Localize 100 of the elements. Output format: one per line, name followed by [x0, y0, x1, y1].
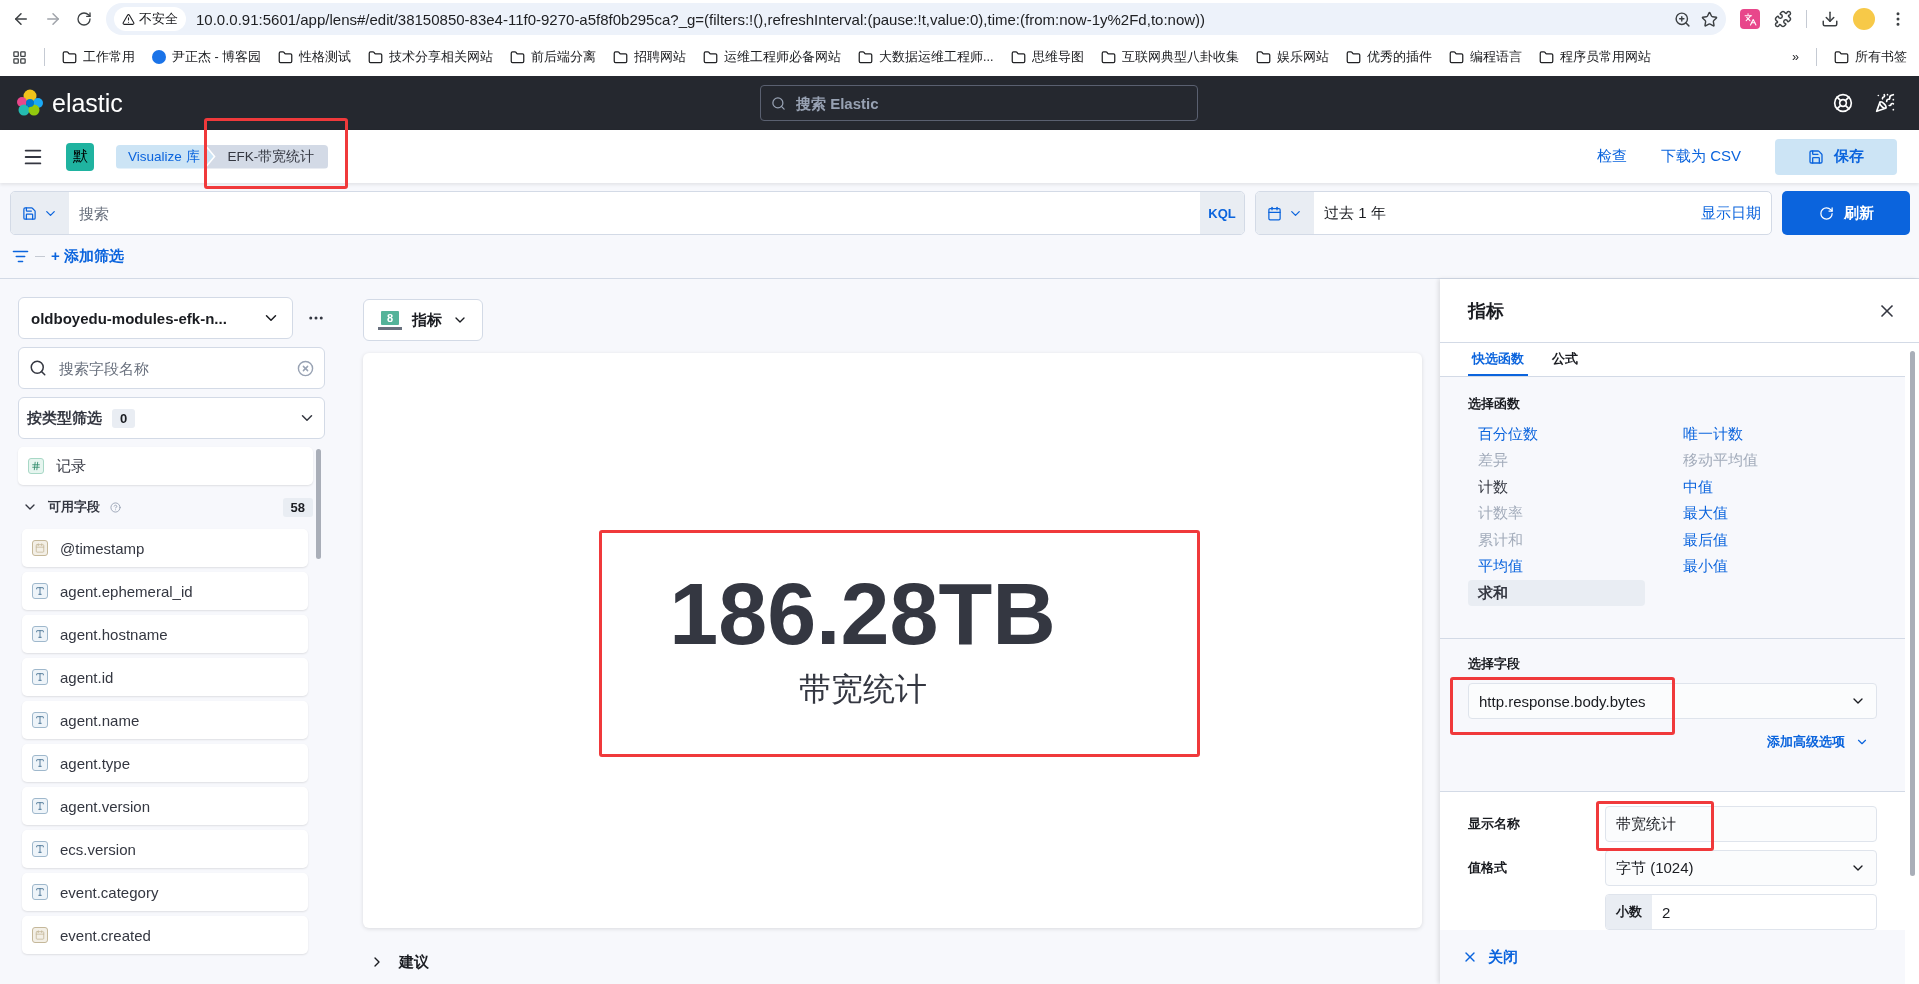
text-type-icon [32, 712, 48, 728]
breadcrumb[interactable]: EFK-带宽统计 [205, 144, 329, 169]
zoom-icon[interactable] [1674, 10, 1691, 28]
bookmark[interactable]: 招聘网站 [613, 48, 687, 66]
field-item[interactable]: agent.type [22, 744, 308, 782]
field-item[interactable]: agent.hostname [22, 615, 308, 653]
bookmark[interactable]: 大数据运维工程师... [858, 48, 994, 66]
scrollbar-thumb[interactable] [1910, 351, 1915, 876]
party-popper-icon[interactable] [1875, 93, 1895, 113]
field-item[interactable]: agent.id [22, 658, 308, 696]
scrollbar-thumb[interactable] [316, 449, 321, 559]
function-option[interactable]: 最后值 [1672, 526, 1849, 554]
bookmark[interactable]: 思维导图 [1010, 48, 1084, 66]
save-button[interactable]: 保存 [1775, 138, 1897, 175]
field-select[interactable]: http.response.body.bytes [1468, 683, 1877, 720]
bookmark[interactable]: 娱乐网站 [1255, 48, 1329, 66]
security-chip[interactable]: 不安全 [114, 7, 186, 31]
tab[interactable]: 快选函数 [1468, 343, 1528, 376]
bookmark[interactable]: 程序员常用网站 [1538, 48, 1651, 66]
save-icon [1808, 148, 1824, 165]
more-bookmarks[interactable]: » [1792, 50, 1799, 64]
bookmark[interactable]: 互联网典型八卦收集 [1100, 48, 1239, 66]
section-label: 选择字段 [1468, 655, 1521, 674]
date-quick-button[interactable] [1256, 192, 1314, 234]
all-bookmarks[interactable]: 所有书签 [1834, 48, 1907, 66]
refresh-button[interactable]: 刷新 [1782, 191, 1910, 235]
data-view-selector[interactable]: oldboyedu-modules-efk-n... [18, 297, 293, 339]
query-bar[interactable]: 搜索 KQL [10, 191, 1245, 235]
suggestions-toggle[interactable]: 建议 [363, 940, 435, 984]
space-avatar[interactable]: 默 [66, 142, 94, 171]
bookmark[interactable]: 前后端分离 [510, 48, 597, 66]
field-item[interactable]: event.created [22, 916, 308, 954]
type-filter-button[interactable]: 按类型筛选 0 [18, 397, 325, 439]
toolbar-link[interactable]: 检查 [1597, 147, 1627, 166]
clear-icon[interactable] [297, 359, 314, 377]
field-name: event.category [60, 883, 159, 901]
bookmark[interactable]: 编程语言 [1448, 48, 1522, 66]
folder-icon [858, 49, 874, 65]
toolbar-link[interactable]: 下载为 CSV [1661, 147, 1741, 166]
metric-label: 带宽统计 [798, 669, 927, 709]
format-select[interactable]: 字节 (1024) [1605, 850, 1877, 887]
back-icon[interactable] [12, 10, 30, 28]
function-option[interactable]: 平均值 [1468, 553, 1645, 580]
tab[interactable]: 公式 [1548, 343, 1582, 376]
flyout-title: 指标 [1468, 299, 1504, 323]
translate-icon[interactable] [1740, 9, 1760, 29]
star-icon[interactable] [1701, 10, 1718, 28]
field-item[interactable]: agent.ephemeral_id [22, 572, 308, 610]
function-option[interactable]: 中值 [1672, 473, 1849, 501]
text-type-icon [32, 626, 48, 642]
field-item[interactable]: @timestamp [22, 529, 308, 567]
text-type-icon [32, 798, 48, 814]
records-field[interactable]: 记录 [18, 447, 313, 485]
search-icon [771, 95, 786, 111]
reload-icon[interactable] [76, 11, 92, 27]
folder-icon [510, 49, 526, 65]
field-name: agent.id [60, 668, 114, 686]
field-name: ecs.version [60, 840, 136, 858]
function-option[interactable]: 最大值 [1672, 500, 1849, 527]
close-link[interactable]: 关闭 [1462, 947, 1518, 967]
puzzle-icon[interactable] [1774, 10, 1792, 28]
text-type-icon [32, 669, 48, 685]
advanced-options-link[interactable]: 添加高级选项 [1468, 719, 1877, 792]
calendar-icon [1267, 205, 1282, 221]
bookmark[interactable]: 优秀的插件 [1345, 48, 1432, 66]
global-search-box[interactable]: 搜索 Elastic [760, 85, 1198, 121]
function-option[interactable]: 最小值 [1672, 553, 1849, 580]
url-text: 10.0.0.91:5601/app/lens#/edit/38150850-83e4-11f0-9270-a5f8f0b295ca?_g=(filters:!(),refreshInterval:(pause:!t,value:0),time:(from:now-1y%2Fd,to:now)) [196, 10, 1207, 28]
field-item[interactable]: ecs.version [22, 830, 308, 868]
chart-type-button[interactable]: 8 指标 [363, 299, 483, 341]
function-option[interactable]: 唯一计数 [1672, 420, 1849, 448]
field-item[interactable]: agent.version [22, 787, 308, 825]
brand-name[interactable]: elastic [52, 88, 123, 118]
download-icon[interactable] [1821, 10, 1839, 28]
bookmark[interactable]: 性格测试 [278, 48, 352, 66]
field-item[interactable]: event.category [22, 873, 308, 911]
language-button[interactable]: KQL [1200, 192, 1244, 234]
function-option[interactable]: 计数 [1468, 473, 1645, 501]
function-option[interactable]: 百分位数 [1468, 420, 1645, 448]
filter-icon[interactable] [12, 248, 29, 265]
function-option[interactable]: 求和 [1468, 579, 1645, 607]
field-item[interactable]: agent.name [22, 701, 308, 739]
breadcrumb[interactable]: Visualize 库 [116, 144, 214, 169]
date-picker[interactable]: 过去 1 年 显示日期 [1255, 191, 1772, 235]
bookmark[interactable]: 运维工程师必备网站 [703, 48, 842, 66]
name-input[interactable]: 带宽统计 [1605, 806, 1877, 843]
add-filter-link[interactable]: + 添加筛选 [51, 247, 124, 266]
address-bar[interactable]: 不安全 10.0.0.91:5601/app/lens#/edit/38150850-83e4-11f0-9270-a5f8f0b295ca?_g=(filters:!(),refreshInterval:(pause:!t,value:0),time:(from:now-1y%2Fd,to:now)) [106, 3, 1726, 35]
field-name: agent.type [60, 754, 131, 772]
bookmark[interactable]: 工作常用 [62, 48, 135, 66]
saved-query-button[interactable] [11, 192, 69, 234]
global-search-field[interactable]: 搜索 Elastic [794, 93, 1187, 113]
show-dates-link[interactable]: 显示日期 [1691, 192, 1771, 234]
bookmark[interactable]: 尹正杰 - 博客园 [152, 48, 262, 66]
field-search-box[interactable]: 搜索字段名称 [18, 347, 325, 389]
folder-icon [1255, 49, 1271, 65]
warning-icon [122, 12, 135, 26]
hash-icon [28, 458, 44, 474]
apps-icon[interactable] [12, 49, 27, 65]
bookmark[interactable]: 技术分享相关网站 [368, 48, 494, 66]
